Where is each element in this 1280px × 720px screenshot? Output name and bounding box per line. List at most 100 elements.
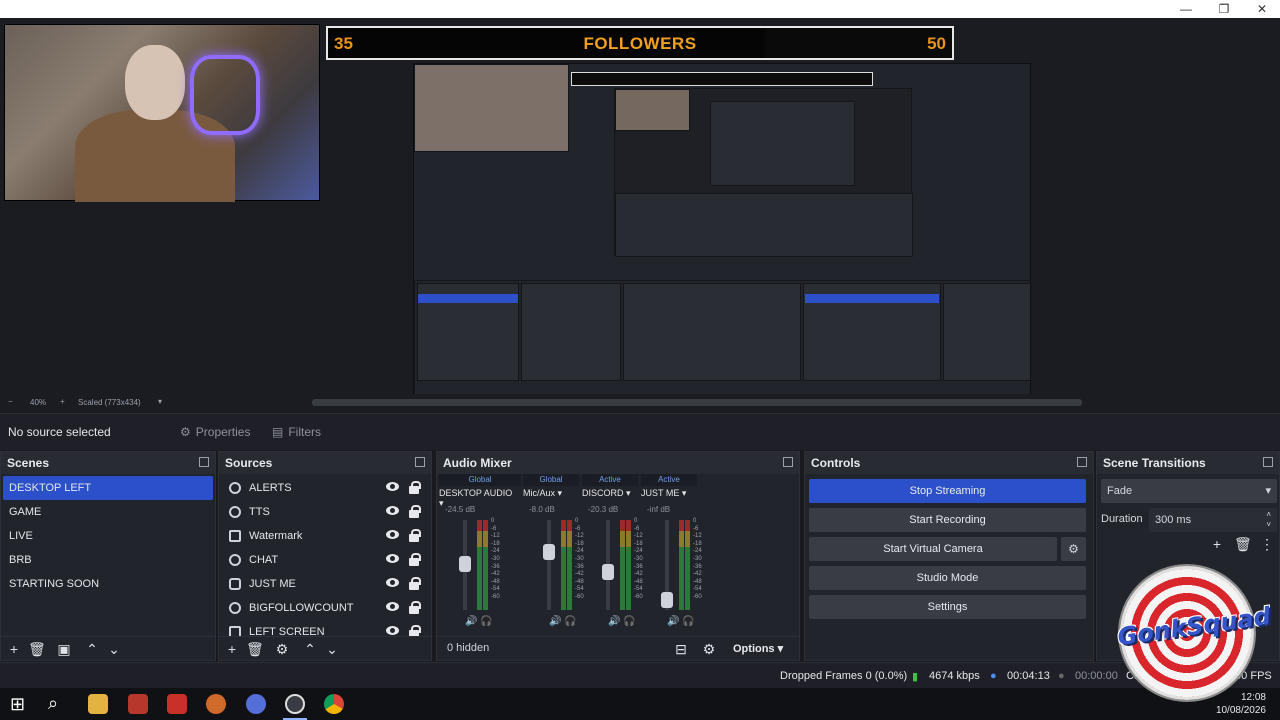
properties-button[interactable]: ⚙ Properties <box>180 422 250 442</box>
meter-scale: 0 -6 -12 -18 -24 -30 -36 -42 -48 -54 -60 <box>491 518 500 602</box>
volume-slider-handle[interactable] <box>661 592 673 608</box>
eye-icon[interactable] <box>386 482 399 491</box>
meter-tick-label: -42 <box>491 571 500 578</box>
source-toolbar: No source selected ⚙ Properties ▤ Filter… <box>0 413 1280 450</box>
speaker-icon[interactable]: 🔊 <box>465 616 477 627</box>
obs-icon[interactable] <box>285 694 305 714</box>
mixer-channel-name[interactable]: JUST ME ▾ <box>641 488 721 499</box>
scene-item[interactable]: BRB <box>3 548 213 572</box>
trash-icon[interactable]: 🗑 <box>1234 536 1252 553</box>
source-item[interactable]: ALERTS <box>221 476 429 500</box>
scale-label: Scaled (773x434) <box>78 398 141 407</box>
preview-canvas[interactable] <box>413 63 1031 411</box>
add-icon[interactable]: + <box>224 641 240 657</box>
search-icon[interactable]: ⌕ <box>48 693 58 714</box>
chrome-profile-icon[interactable] <box>246 694 266 714</box>
move-up-icon[interactable]: ⌃ <box>84 641 100 658</box>
minimize-button[interactable]: — <box>1168 0 1204 18</box>
lock-icon[interactable] <box>409 505 421 518</box>
level-meter <box>620 520 625 610</box>
source-item[interactable]: TTS <box>221 500 429 524</box>
headphones-icon[interactable]: 🎧 <box>682 616 694 627</box>
live-time: 00:04:13 <box>1007 670 1050 682</box>
lock-icon[interactable] <box>409 529 421 542</box>
eye-icon[interactable] <box>386 626 399 635</box>
chrome-icon[interactable] <box>324 694 344 714</box>
move-down-icon[interactable]: ⌄ <box>324 641 340 658</box>
undock-icon[interactable] <box>783 457 793 467</box>
stop-streaming-button[interactable]: Stop Streaming <box>809 479 1086 503</box>
scale-dropdown-icon[interactable]: ▾ <box>158 397 162 406</box>
scene-item[interactable]: LIVE <box>3 524 213 548</box>
browser-icon[interactable] <box>206 694 226 714</box>
headphones-icon[interactable]: 🎧 <box>623 616 635 627</box>
scene-item[interactable]: STARTING SOON <box>3 572 213 596</box>
close-button[interactable]: ✕ <box>1244 0 1280 18</box>
source-item[interactable]: LEFT SCREEN <box>221 620 429 636</box>
eye-icon[interactable] <box>386 578 399 587</box>
filezilla-icon[interactable] <box>167 694 187 714</box>
meter-tick-label: -24 <box>491 548 500 555</box>
add-icon[interactable]: + <box>1209 536 1225 552</box>
headphones-icon[interactable]: 🎧 <box>480 616 492 627</box>
advanced-audio-icon[interactable]: ⚙ <box>701 641 717 658</box>
start-virtual-camera-button[interactable]: Start Virtual Camera <box>809 537 1057 561</box>
more-options-icon[interactable]: ⋮ <box>1259 536 1275 553</box>
move-up-icon[interactable]: ⌃ <box>302 641 318 658</box>
eye-icon[interactable] <box>386 602 399 611</box>
gear-icon[interactable]: ⚙ <box>274 641 290 658</box>
zoom-in-icon[interactable]: + <box>60 397 65 406</box>
preview-scrollbar[interactable] <box>312 399 1082 406</box>
lock-icon[interactable] <box>409 577 421 590</box>
start-recording-button[interactable]: Start Recording <box>809 508 1086 532</box>
trash-icon[interactable]: 🗑 <box>28 641 46 658</box>
speaker-icon[interactable]: 🔊 <box>608 616 620 627</box>
transition-select[interactable]: Fade ▾ <box>1101 479 1277 503</box>
nested-docks <box>414 280 1030 410</box>
trash-icon[interactable]: 🗑 <box>246 641 264 658</box>
level-meter <box>477 520 482 610</box>
source-item[interactable]: Watermark <box>221 524 429 548</box>
system-clock[interactable]: 12:08 10/08/2026 <box>1216 691 1266 717</box>
lock-icon[interactable] <box>409 601 421 614</box>
windows-start-icon[interactable]: ⊞ <box>10 694 25 715</box>
undock-icon[interactable] <box>199 457 209 467</box>
move-down-icon[interactable]: ⌄ <box>106 641 122 658</box>
speaker-icon[interactable]: 🔊 <box>549 616 561 627</box>
volume-slider-handle[interactable] <box>602 564 614 580</box>
settings-button[interactable]: Settings <box>809 595 1086 619</box>
undock-icon[interactable] <box>1077 457 1087 467</box>
mixer-layout-icon[interactable]: ⊟ <box>673 641 689 658</box>
lock-icon[interactable] <box>409 481 421 494</box>
selected-source-status: No source selected <box>8 425 111 439</box>
duration-input[interactable]: 300 ms ˄ ˅ <box>1149 508 1277 532</box>
source-item[interactable]: JUST ME <box>221 572 429 596</box>
maximize-button[interactable]: ❐ <box>1206 0 1242 18</box>
undock-icon[interactable] <box>415 457 425 467</box>
scene-item[interactable]: DESKTOP LEFT <box>3 476 213 500</box>
filters-button[interactable]: ▤ Filters <box>272 422 321 442</box>
speaker-icon[interactable]: 🔊 <box>667 616 679 627</box>
studio-mode-button[interactable]: Studio Mode <box>809 566 1086 590</box>
source-item[interactable]: CHAT <box>221 548 429 572</box>
lock-icon[interactable] <box>409 553 421 566</box>
followers-label: FOLLOWERS <box>583 34 697 53</box>
app-icon[interactable] <box>128 694 148 714</box>
options-button[interactable]: Options ▾ <box>733 642 783 655</box>
undock-icon[interactable] <box>1263 457 1273 467</box>
scene-filter-icon[interactable]: ▣ <box>56 641 72 658</box>
zoom-out-icon[interactable]: − <box>8 397 13 406</box>
eye-icon[interactable] <box>386 554 399 563</box>
eye-icon[interactable] <box>386 530 399 539</box>
file-explorer-icon[interactable] <box>88 694 108 714</box>
scene-item[interactable]: GAME <box>3 500 213 524</box>
volume-slider-handle[interactable] <box>543 544 555 560</box>
preview-area[interactable]: 35 FOLLOWERS 50 <box>0 18 1280 411</box>
add-icon[interactable]: + <box>6 641 22 657</box>
eye-icon[interactable] <box>386 506 399 515</box>
headphones-icon[interactable]: 🎧 <box>564 616 576 627</box>
volume-slider-track[interactable] <box>547 520 551 610</box>
volume-slider-handle[interactable] <box>459 556 471 572</box>
source-item[interactable]: BIGFOLLOWCOUNT <box>221 596 429 620</box>
virtual-camera-settings-icon[interactable]: ⚙ <box>1061 537 1086 561</box>
